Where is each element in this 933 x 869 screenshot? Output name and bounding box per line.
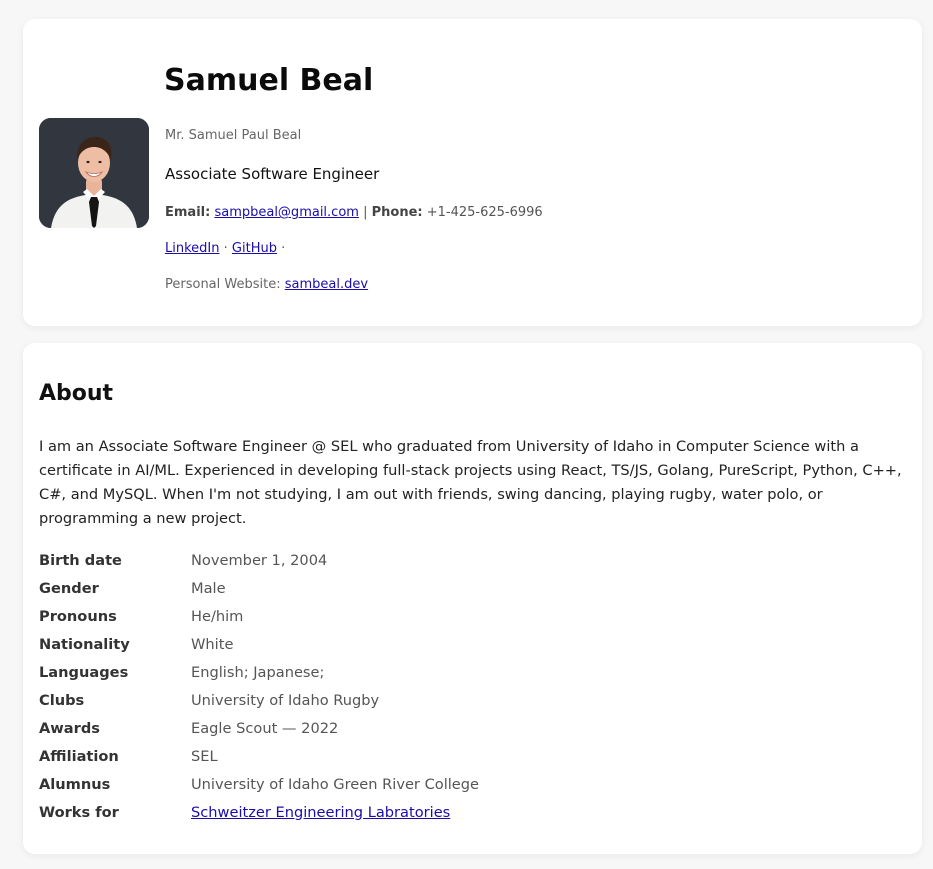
fact-value: University of Idaho Green River College bbox=[191, 775, 480, 793]
fact-row-works-for: Works for Schweitzer Engineering Labrato… bbox=[39, 798, 907, 826]
fact-value: English; Japanese; bbox=[191, 663, 325, 681]
website-line: Personal Website: sambeal.dev bbox=[165, 277, 368, 292]
fact-row-nationality: Nationality White bbox=[39, 630, 907, 658]
profile-full-name: Mr. Samuel Paul Beal bbox=[165, 128, 302, 143]
fact-label: Languages bbox=[39, 663, 129, 681]
fact-label: Affiliation bbox=[39, 747, 119, 765]
website-link[interactable]: sambeal.dev bbox=[285, 277, 368, 292]
profile-card: Samuel Beal Mr. Samuel Paul Beal Associa… bbox=[23, 19, 922, 326]
fact-value: November 1, 2004 bbox=[191, 551, 328, 569]
fact-row-clubs: Clubs University of Idaho Rugby bbox=[39, 686, 907, 714]
about-heading: About bbox=[39, 381, 114, 406]
fact-value: SEL bbox=[191, 747, 218, 765]
fact-row-languages: Languages English; Japanese; bbox=[39, 658, 907, 686]
fact-row-awards: Awards Eagle Scout — 2022 bbox=[39, 714, 907, 742]
fact-value: University of Idaho Rugby bbox=[191, 691, 380, 709]
employer-link[interactable]: Schweitzer Engineering Labratories bbox=[191, 804, 450, 821]
email-link[interactable]: sampbeal@gmail.com bbox=[214, 205, 359, 220]
fact-value: White bbox=[191, 635, 234, 653]
fact-row-affiliation: Affiliation SEL bbox=[39, 742, 907, 770]
avatar-photo bbox=[39, 118, 149, 228]
fact-label: Clubs bbox=[39, 691, 85, 709]
github-link[interactable]: GitHub bbox=[232, 241, 277, 256]
fact-label: Awards bbox=[39, 719, 100, 737]
phone-label: Phone: bbox=[371, 205, 423, 220]
about-card: About I am an Associate Software Enginee… bbox=[23, 343, 922, 854]
fact-label: Birth date bbox=[39, 551, 122, 569]
fact-value: Male bbox=[191, 579, 226, 597]
fact-label: Works for bbox=[39, 803, 119, 821]
facts-list: Birth date November 1, 2004 Gender Male … bbox=[39, 546, 907, 826]
fact-row-pronouns: Pronouns He/him bbox=[39, 602, 907, 630]
fact-value: He/him bbox=[191, 607, 244, 625]
fact-value: Schweitzer Engineering Labratories bbox=[191, 804, 450, 821]
social-separator: · bbox=[223, 241, 228, 256]
website-label: Personal Website: bbox=[165, 277, 281, 292]
fact-row-alumnus: Alumnus University of Idaho Green River … bbox=[39, 770, 907, 798]
profile-job-title: Associate Software Engineer bbox=[165, 165, 380, 183]
contact-separator: | bbox=[363, 205, 368, 220]
social-links: LinkedIn · GitHub · bbox=[165, 241, 285, 256]
fact-label: Gender bbox=[39, 579, 99, 597]
linkedin-link[interactable]: LinkedIn bbox=[165, 241, 219, 256]
fact-label: Pronouns bbox=[39, 607, 117, 625]
phone-number: +1-425-625-6996 bbox=[426, 205, 543, 220]
social-separator-trailing: · bbox=[281, 241, 286, 256]
profile-page: Samuel Beal Mr. Samuel Paul Beal Associa… bbox=[0, 0, 933, 869]
about-text: I am an Associate Software Engineer @ SE… bbox=[39, 438, 902, 527]
profile-name: Samuel Beal bbox=[164, 63, 374, 98]
avatar bbox=[39, 118, 149, 228]
fact-row-gender: Gender Male bbox=[39, 574, 907, 602]
contact-line: Email: sampbeal@gmail.com | Phone: +1-42… bbox=[165, 205, 543, 220]
fact-row-birth-date: Birth date November 1, 2004 bbox=[39, 546, 907, 574]
fact-value: Eagle Scout — 2022 bbox=[191, 719, 339, 737]
fact-label: Alumnus bbox=[39, 775, 111, 793]
email-label: Email: bbox=[165, 205, 211, 220]
fact-label: Nationality bbox=[39, 635, 130, 653]
